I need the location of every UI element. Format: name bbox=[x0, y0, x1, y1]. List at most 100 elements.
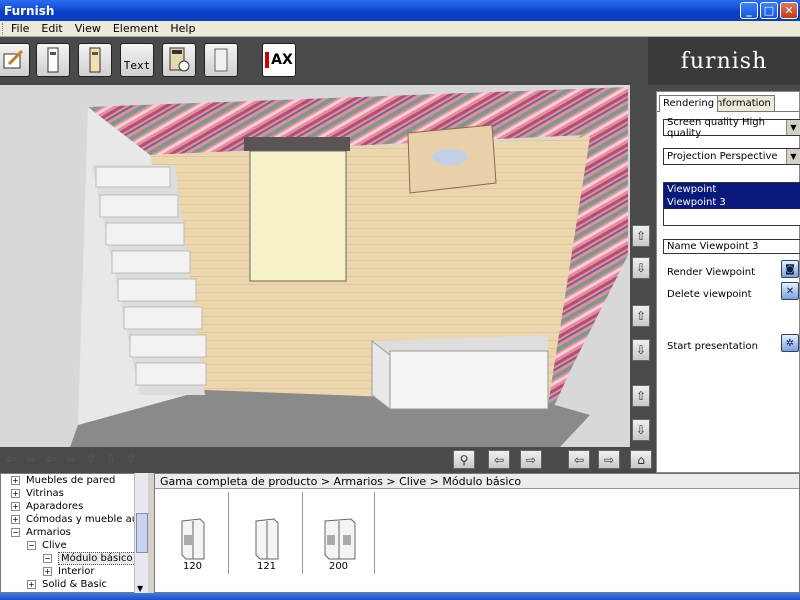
tree-item[interactable]: + Vitrinas bbox=[11, 488, 64, 499]
product-label: 120 bbox=[182, 561, 203, 572]
viewpoint-list[interactable]: Viewpoint Viewpoint 3 bbox=[663, 182, 800, 226]
render-viewpoint-label: Render Viewpoint bbox=[667, 267, 756, 278]
arrow-down-icon: ⇩ bbox=[106, 452, 117, 466]
tree-item-selected[interactable]: − Módulo básico bbox=[43, 552, 136, 565]
door-light-tool-button[interactable] bbox=[78, 43, 112, 77]
delete-icon: ✕ bbox=[785, 285, 795, 297]
window-title: Furnish bbox=[4, 3, 55, 18]
arrow-right-icon: ⇨ bbox=[603, 452, 615, 467]
cabinet-icon bbox=[169, 47, 190, 72]
panel-icon bbox=[214, 48, 228, 72]
main-toolbar: Text AX furnish bbox=[0, 37, 800, 85]
panel-tool-button[interactable] bbox=[204, 43, 238, 77]
maximize-button[interactable]: □ bbox=[760, 2, 778, 19]
home-button[interactable]: ⌂ bbox=[630, 450, 652, 469]
tree-item[interactable]: − Armarios bbox=[11, 527, 71, 538]
tab-rendering[interactable]: Rendering bbox=[659, 95, 719, 112]
bottom-toolbar: ⇦ ⇨ ⇦ ⇨ ⇧ ⇩ ⇧ ⚲ ⇦ ⇨ ⇦ ⇨ ⌂ bbox=[0, 447, 652, 473]
panel-content: Rendering Information Screen quality Hig… bbox=[656, 91, 800, 473]
rotate-right-button[interactable]: ⇨ bbox=[598, 450, 620, 469]
arrow-left-icon: ⇦ bbox=[46, 452, 57, 466]
menu-help[interactable]: Help bbox=[164, 22, 201, 35]
screen-quality-value: Screen quality High quality bbox=[667, 116, 765, 139]
catalog-panel: Gama completa de producto > Armarios > C… bbox=[154, 473, 800, 593]
menu-edit[interactable]: Edit bbox=[35, 22, 68, 35]
menu-element[interactable]: Element bbox=[107, 22, 165, 35]
magnifier-icon: ⚲ bbox=[459, 452, 469, 467]
list-item[interactable]: Viewpoint bbox=[664, 183, 800, 196]
move-down-button[interactable]: ⇩ bbox=[632, 339, 650, 361]
cabinet-tool-button[interactable] bbox=[162, 43, 196, 77]
chest bbox=[371, 335, 549, 411]
arrow-up-icon: ⇧ bbox=[126, 452, 137, 466]
render-viewpoint-button[interactable]: ◙ bbox=[781, 260, 799, 278]
delete-viewpoint-button[interactable]: ✕ bbox=[781, 282, 799, 300]
scrollbar-thumb[interactable] bbox=[136, 513, 148, 553]
room-render[interactable] bbox=[0, 85, 630, 447]
furnish-logo: furnish bbox=[648, 37, 800, 85]
menu-file[interactable]: File bbox=[5, 22, 35, 35]
tilt-up-button[interactable]: ⇧ bbox=[632, 385, 650, 407]
arrow-down-icon: ⇩ bbox=[635, 343, 647, 357]
list-item[interactable]: Viewpoint 3 bbox=[664, 196, 800, 209]
arrow-right-icon: ⇨ bbox=[66, 452, 77, 466]
arrow-down-icon: ⇩ bbox=[635, 423, 647, 437]
camera-icon: ◙ bbox=[785, 263, 795, 275]
pan-right-button[interactable]: ⇨ bbox=[520, 450, 542, 469]
zoom-button[interactable]: ⚲ bbox=[453, 450, 475, 469]
properties-panel: Rendering Information Screen quality Hig… bbox=[652, 85, 800, 473]
product-label: 121 bbox=[256, 561, 277, 572]
text-tool-button[interactable]: Text bbox=[120, 43, 154, 77]
delete-viewpoint-label: Delete viewpoint bbox=[667, 289, 752, 300]
bed bbox=[244, 137, 350, 282]
wardrobe-icon bbox=[181, 518, 204, 560]
pan-left-button[interactable]: ⇦ bbox=[488, 450, 510, 469]
product-item[interactable]: 120 bbox=[157, 492, 229, 574]
projection-select[interactable]: Projection Perspective ▼ bbox=[663, 148, 800, 165]
screen-quality-select[interactable]: Screen quality High quality ▼ bbox=[663, 116, 800, 139]
view-nav-column: ⇧ ⇩ ⇧ ⇩ ⇧ ⇩ bbox=[630, 85, 652, 447]
projection-value: Projection Perspective bbox=[667, 151, 778, 162]
product-item[interactable]: 200 bbox=[303, 492, 375, 574]
arrow-left-icon: ⇦ bbox=[6, 452, 17, 466]
ax-button[interactable]: AX bbox=[262, 43, 296, 77]
3d-viewport[interactable] bbox=[0, 85, 630, 447]
tilt-down-button[interactable]: ⇩ bbox=[632, 419, 650, 441]
wardrobe-icon bbox=[255, 518, 278, 560]
minimize-button[interactable]: _ bbox=[740, 2, 758, 19]
start-presentation-label: Start presentation bbox=[667, 341, 758, 352]
tree-item[interactable]: − Clive bbox=[27, 540, 67, 551]
viewpoint-name-field[interactable]: Name Viewpoint 3 bbox=[663, 239, 800, 254]
rotate-down-button[interactable]: ⇩ bbox=[632, 257, 650, 279]
rotate-left-button[interactable]: ⇦ bbox=[568, 450, 590, 469]
rotate-up-button[interactable]: ⇧ bbox=[632, 225, 650, 247]
door-tool-button[interactable] bbox=[36, 43, 70, 77]
chevron-down-icon[interactable]: ▼ bbox=[137, 584, 143, 593]
arrow-up-icon: ⇧ bbox=[86, 452, 97, 466]
tab-information[interactable]: Information bbox=[709, 95, 775, 112]
gear-icon: ✲ bbox=[785, 337, 795, 349]
arrow-up-icon: ⇧ bbox=[635, 229, 647, 243]
tree-scrollbar[interactable]: ▼ bbox=[134, 473, 148, 593]
chevron-down-icon: ▼ bbox=[786, 149, 800, 164]
move-up-button[interactable]: ⇧ bbox=[632, 305, 650, 327]
tree-item[interactable]: + Aparadores bbox=[11, 501, 83, 512]
product-label: 200 bbox=[328, 561, 349, 572]
edit-tool-button[interactable] bbox=[0, 43, 30, 77]
arrow-right-icon: ⇨ bbox=[26, 452, 37, 466]
tree-item[interactable]: + Muebles de pared bbox=[11, 475, 115, 486]
text-tool-icon: Text bbox=[123, 58, 151, 72]
close-button[interactable]: ✕ bbox=[780, 2, 798, 19]
door-light-icon bbox=[89, 47, 101, 73]
edit-icon bbox=[3, 49, 24, 69]
tree-item[interactable]: + Interior bbox=[43, 566, 94, 577]
product-tree[interactable]: + Muebles de pared + Vitrinas + Aparadores … bbox=[0, 473, 148, 593]
product-item[interactable]: 121 bbox=[231, 492, 303, 574]
arrow-up-icon: ⇧ bbox=[635, 309, 647, 323]
start-presentation-button[interactable]: ✲ bbox=[781, 334, 799, 352]
tree-item[interactable]: +Cómodas y mueble auxiliar bbox=[11, 514, 147, 525]
tree-item[interactable]: + Solid & Basic bbox=[27, 579, 107, 590]
table bbox=[407, 124, 497, 194]
menu-view[interactable]: View bbox=[69, 22, 107, 35]
taskbar bbox=[0, 593, 800, 600]
